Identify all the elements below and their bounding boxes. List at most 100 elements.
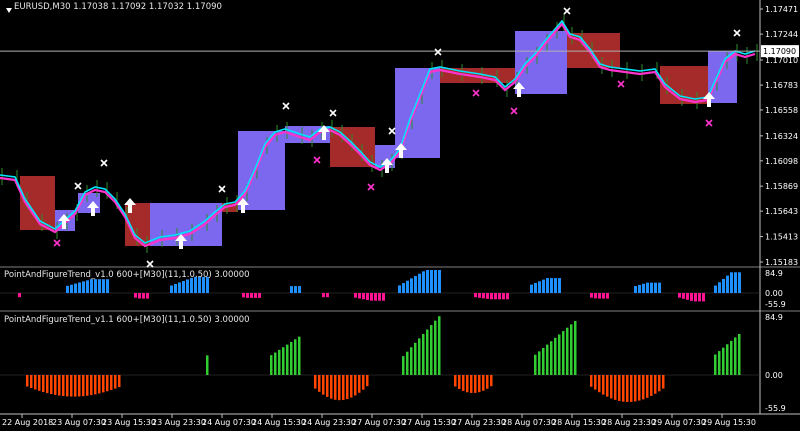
indicator1-bar	[738, 272, 741, 293]
indicator1-bar	[358, 293, 361, 299]
triangle-down-icon[interactable]	[6, 8, 12, 13]
price-tick-label: 1.17471	[765, 5, 798, 14]
indicator2-bar	[342, 375, 345, 400]
indicator1-bar	[82, 281, 85, 293]
indicator1-bar	[430, 270, 433, 293]
indicator1-bar	[402, 283, 405, 293]
indicator2-bar	[106, 375, 109, 392]
indicator2-bar	[406, 351, 409, 375]
indicator1-bar	[374, 293, 377, 301]
indicator1-bar	[554, 278, 557, 293]
indicator2-bar	[622, 375, 625, 402]
indicator2-bar	[594, 375, 597, 390]
indicator2-bar	[322, 375, 325, 395]
current-price-value: 1.17090	[763, 47, 796, 56]
pf-box-bear	[440, 68, 515, 83]
indicator2-bar	[350, 375, 353, 398]
indicator2-bar	[314, 375, 317, 389]
indicator2-bar	[286, 344, 289, 375]
x-cross-icon	[388, 127, 396, 135]
indicator2-bar	[738, 334, 741, 375]
indicator2-bar	[298, 336, 301, 375]
indicator2-bar	[42, 375, 45, 393]
indicator1-bar	[370, 293, 373, 301]
indicator2-bar	[90, 375, 93, 396]
indicator1-bar	[70, 284, 73, 293]
indicator1-bar	[598, 293, 601, 299]
indicator2-bar	[614, 375, 617, 400]
indicator2-bar	[458, 375, 461, 389]
indicator1-bar	[178, 282, 181, 293]
price-tick-label: 1.15869	[765, 182, 798, 191]
indicator2-bar	[558, 334, 561, 375]
indicator2-bar	[66, 375, 69, 397]
indicator2-bar	[418, 338, 421, 375]
indicator2-bar	[534, 354, 537, 375]
indicator2-bar	[626, 375, 629, 402]
indicator1-bar	[94, 279, 97, 293]
time-tick-label: 24 Aug 15:30	[252, 418, 306, 427]
price-tick-label: 1.17010	[765, 56, 798, 65]
x-cross-icon	[146, 260, 154, 268]
indicator2-bar	[630, 375, 633, 402]
indicator2-bar	[562, 331, 565, 375]
indicator2-bar	[38, 375, 41, 391]
chart-canvas[interactable]: 1.17090 1.17471 1.17244 1.17010 1.16783 1.165…	[0, 0, 800, 431]
indicator2-bar	[550, 341, 553, 375]
indicator2-bar	[294, 339, 297, 375]
indicator1-bar	[482, 293, 485, 299]
indicator1-bar	[658, 282, 661, 293]
price-tick-label: 1.17244	[765, 30, 798, 39]
indicator2-bar	[590, 375, 593, 387]
indicator1-bar	[642, 283, 645, 293]
x-cross-icon	[510, 107, 518, 115]
indicator1-bar	[382, 293, 385, 301]
indicator2-bar	[642, 375, 645, 400]
indicator1-bar	[542, 279, 545, 293]
indicator1-bar	[714, 285, 717, 293]
indicator1-bar	[734, 272, 737, 293]
indicator2-bar	[278, 349, 281, 375]
pf-box-bull	[238, 131, 285, 210]
indicator2-bar	[410, 347, 413, 375]
indicator2-bar	[78, 375, 81, 397]
indicator2-bar	[606, 375, 609, 397]
indicator2-bar	[366, 375, 369, 387]
indicator1-bar	[398, 285, 401, 293]
x-cross-icon	[617, 80, 625, 88]
indicator1-bar	[654, 282, 657, 293]
indicator2-bar	[358, 375, 361, 393]
indicator1-bar	[186, 279, 189, 293]
indicator2-bar	[662, 375, 665, 389]
indicator1-bar	[438, 270, 441, 293]
indicator2-bar	[62, 375, 65, 397]
indicator1-bar	[106, 279, 109, 293]
price-tick-label: 1.15643	[765, 207, 798, 216]
indicator2-bar	[554, 337, 557, 375]
indicator2-bar	[718, 351, 721, 375]
x-cross-icon	[329, 109, 337, 117]
indicator1-bar	[242, 293, 245, 298]
indicator2-bar	[58, 375, 61, 396]
indicator1-bar	[254, 293, 257, 298]
indicator1-bar	[258, 293, 261, 298]
x-cross-icon	[733, 29, 741, 37]
indicator1-bar	[406, 280, 409, 293]
indicator2-bar	[334, 375, 337, 400]
indicator1-bar	[410, 278, 413, 293]
indicator1-bar	[322, 293, 325, 298]
indicator2-bar	[574, 320, 577, 375]
indicator1-bar	[74, 283, 77, 293]
indicator1-bar	[290, 286, 293, 293]
symbol-header[interactable]: EURUSD,M30 1.17038 1.17092 1.17032 1.170…	[2, 2, 222, 13]
indicator2-bar	[274, 352, 277, 375]
indicator2-bar	[422, 333, 425, 375]
indicator1-bar	[650, 282, 653, 293]
time-tick-label: 24 Aug 07:30	[202, 418, 256, 427]
time-tick-label: 28 Aug 15:30	[552, 418, 606, 427]
pf-box-bull	[708, 51, 737, 103]
indicator2-bar	[638, 375, 641, 401]
indicator1-bar	[634, 286, 637, 293]
indicator2-bar	[478, 375, 481, 393]
indicator1-bar	[434, 270, 437, 293]
